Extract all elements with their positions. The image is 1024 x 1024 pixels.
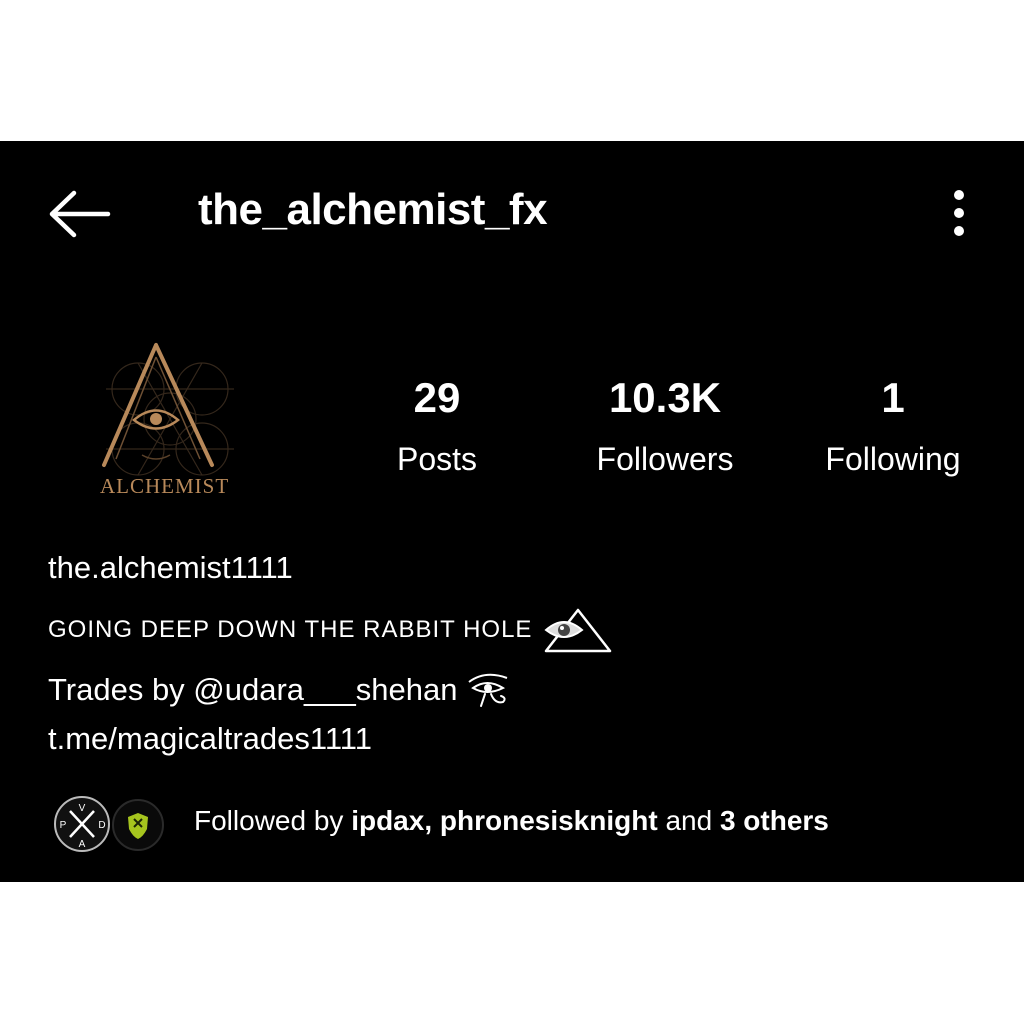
bio-trades-text[interactable]: Trades by @udara___shehan [48, 672, 457, 708]
followers-stat[interactable]: 10.3K Followers [570, 374, 760, 477]
follower-avatar-shield[interactable] [112, 799, 164, 851]
profile-display-name: the.alchemist1111 [48, 550, 293, 585]
svg-text:D: D [98, 820, 105, 831]
followed-by-prefix: Followed by [194, 805, 352, 836]
followed-by-users[interactable]: ipdax, phronesisknight [351, 805, 657, 836]
profile-header: the_alchemist_fx [0, 141, 1024, 281]
back-button[interactable] [44, 189, 114, 239]
posts-count: 29 [413, 374, 461, 421]
bio-trades-row: Trades by @udara___shehan [48, 670, 513, 710]
followed-by-others[interactable]: 3 others [720, 805, 829, 836]
more-options-button[interactable] [942, 187, 976, 239]
vertical-ellipsis-icon [954, 190, 964, 236]
followed-by-text: Followed by ipdax, phronesisknight and 3… [194, 805, 829, 837]
posts-stat[interactable]: 29 Posts [377, 374, 497, 477]
profile-avatar[interactable]: ALCHEMIST [86, 337, 254, 509]
bio-link[interactable]: t.me/magicaltrades1111 [48, 721, 372, 757]
bio-tagline-row: GOING DEEP DOWN THE RABBIT HOLE [48, 606, 614, 654]
followers-label: Followers [596, 441, 734, 477]
following-stat[interactable]: 1 Following [800, 374, 986, 477]
posts-label: Posts [396, 441, 478, 477]
bio-tagline: GOING DEEP DOWN THE RABBIT HOLE [48, 616, 533, 643]
eye-of-horus-icon [468, 673, 508, 707]
arrow-left-icon [49, 190, 111, 238]
svg-text:P: P [60, 820, 67, 831]
followers-count: 10.3K [608, 374, 722, 421]
follower-avatar-pxda[interactable]: V P D A [46, 795, 122, 853]
followed-by-row[interactable]: V P D A Followed by ipdax, phronesisknig… [46, 791, 946, 853]
avatar-logo-text: ALCHEMIST [100, 474, 230, 498]
followed-by-and: and [657, 805, 720, 836]
profile-username-title: the_alchemist_fx [198, 185, 548, 234]
eye-triangle-icon [544, 608, 612, 653]
following-count: 1 [881, 374, 905, 421]
svg-text:V: V [79, 803, 86, 814]
profile-screen: the_alchemist_fx ALCHEMIST 29 Posts 10.3… [0, 141, 1024, 882]
svg-text:A: A [79, 839, 86, 850]
following-label: Following [825, 441, 961, 477]
